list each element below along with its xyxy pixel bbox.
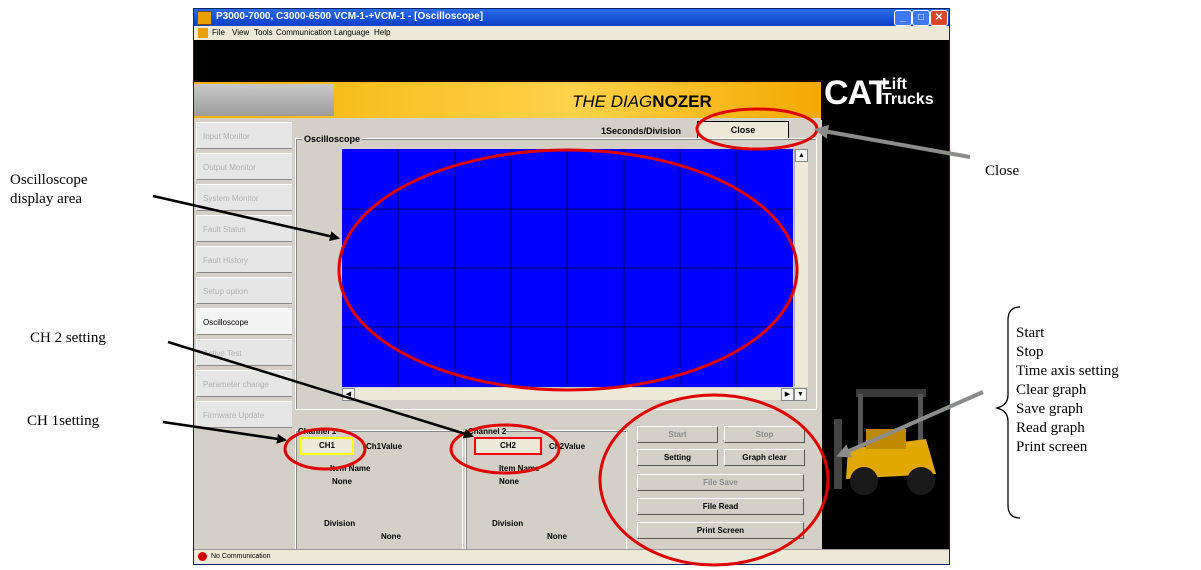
controls-arrow — [836, 390, 984, 458]
button-list-item: Stop — [1016, 344, 1044, 360]
display-area-note: Oscilloscope display area — [10, 171, 87, 209]
display-area-note-line1: Oscilloscope — [10, 172, 88, 188]
ch1-setting-note: CH 1setting — [27, 413, 100, 429]
button-list-item: Read graph — [1016, 420, 1085, 436]
close-highlight-ellipse — [695, 107, 819, 151]
button-list-item: Print screen — [1016, 439, 1088, 455]
ch1-highlight-ellipse — [283, 427, 367, 471]
ch1-arrow — [162, 420, 287, 444]
button-list-item: Time axis setting — [1016, 363, 1119, 379]
button-list-item: Clear graph — [1016, 382, 1087, 398]
button-list-item: Start — [1016, 325, 1045, 341]
button-list-note: Start Stop Time axis setting Clear graph… — [1016, 324, 1119, 457]
ch2-highlight-ellipse — [449, 423, 561, 475]
display-arrow — [152, 194, 340, 242]
annotation-overlay — [152, 107, 1021, 567]
display-highlight-ellipse — [337, 148, 799, 392]
close-arrow — [814, 124, 971, 159]
display-area-note-line2: display area — [10, 191, 83, 207]
controls-highlight-ellipse — [598, 393, 830, 567]
ch2-setting-note: CH 2 setting — [30, 330, 106, 346]
ch2-arrow — [167, 340, 474, 439]
button-list-item: Save graph — [1016, 401, 1084, 417]
close-note: Close — [985, 163, 1020, 179]
